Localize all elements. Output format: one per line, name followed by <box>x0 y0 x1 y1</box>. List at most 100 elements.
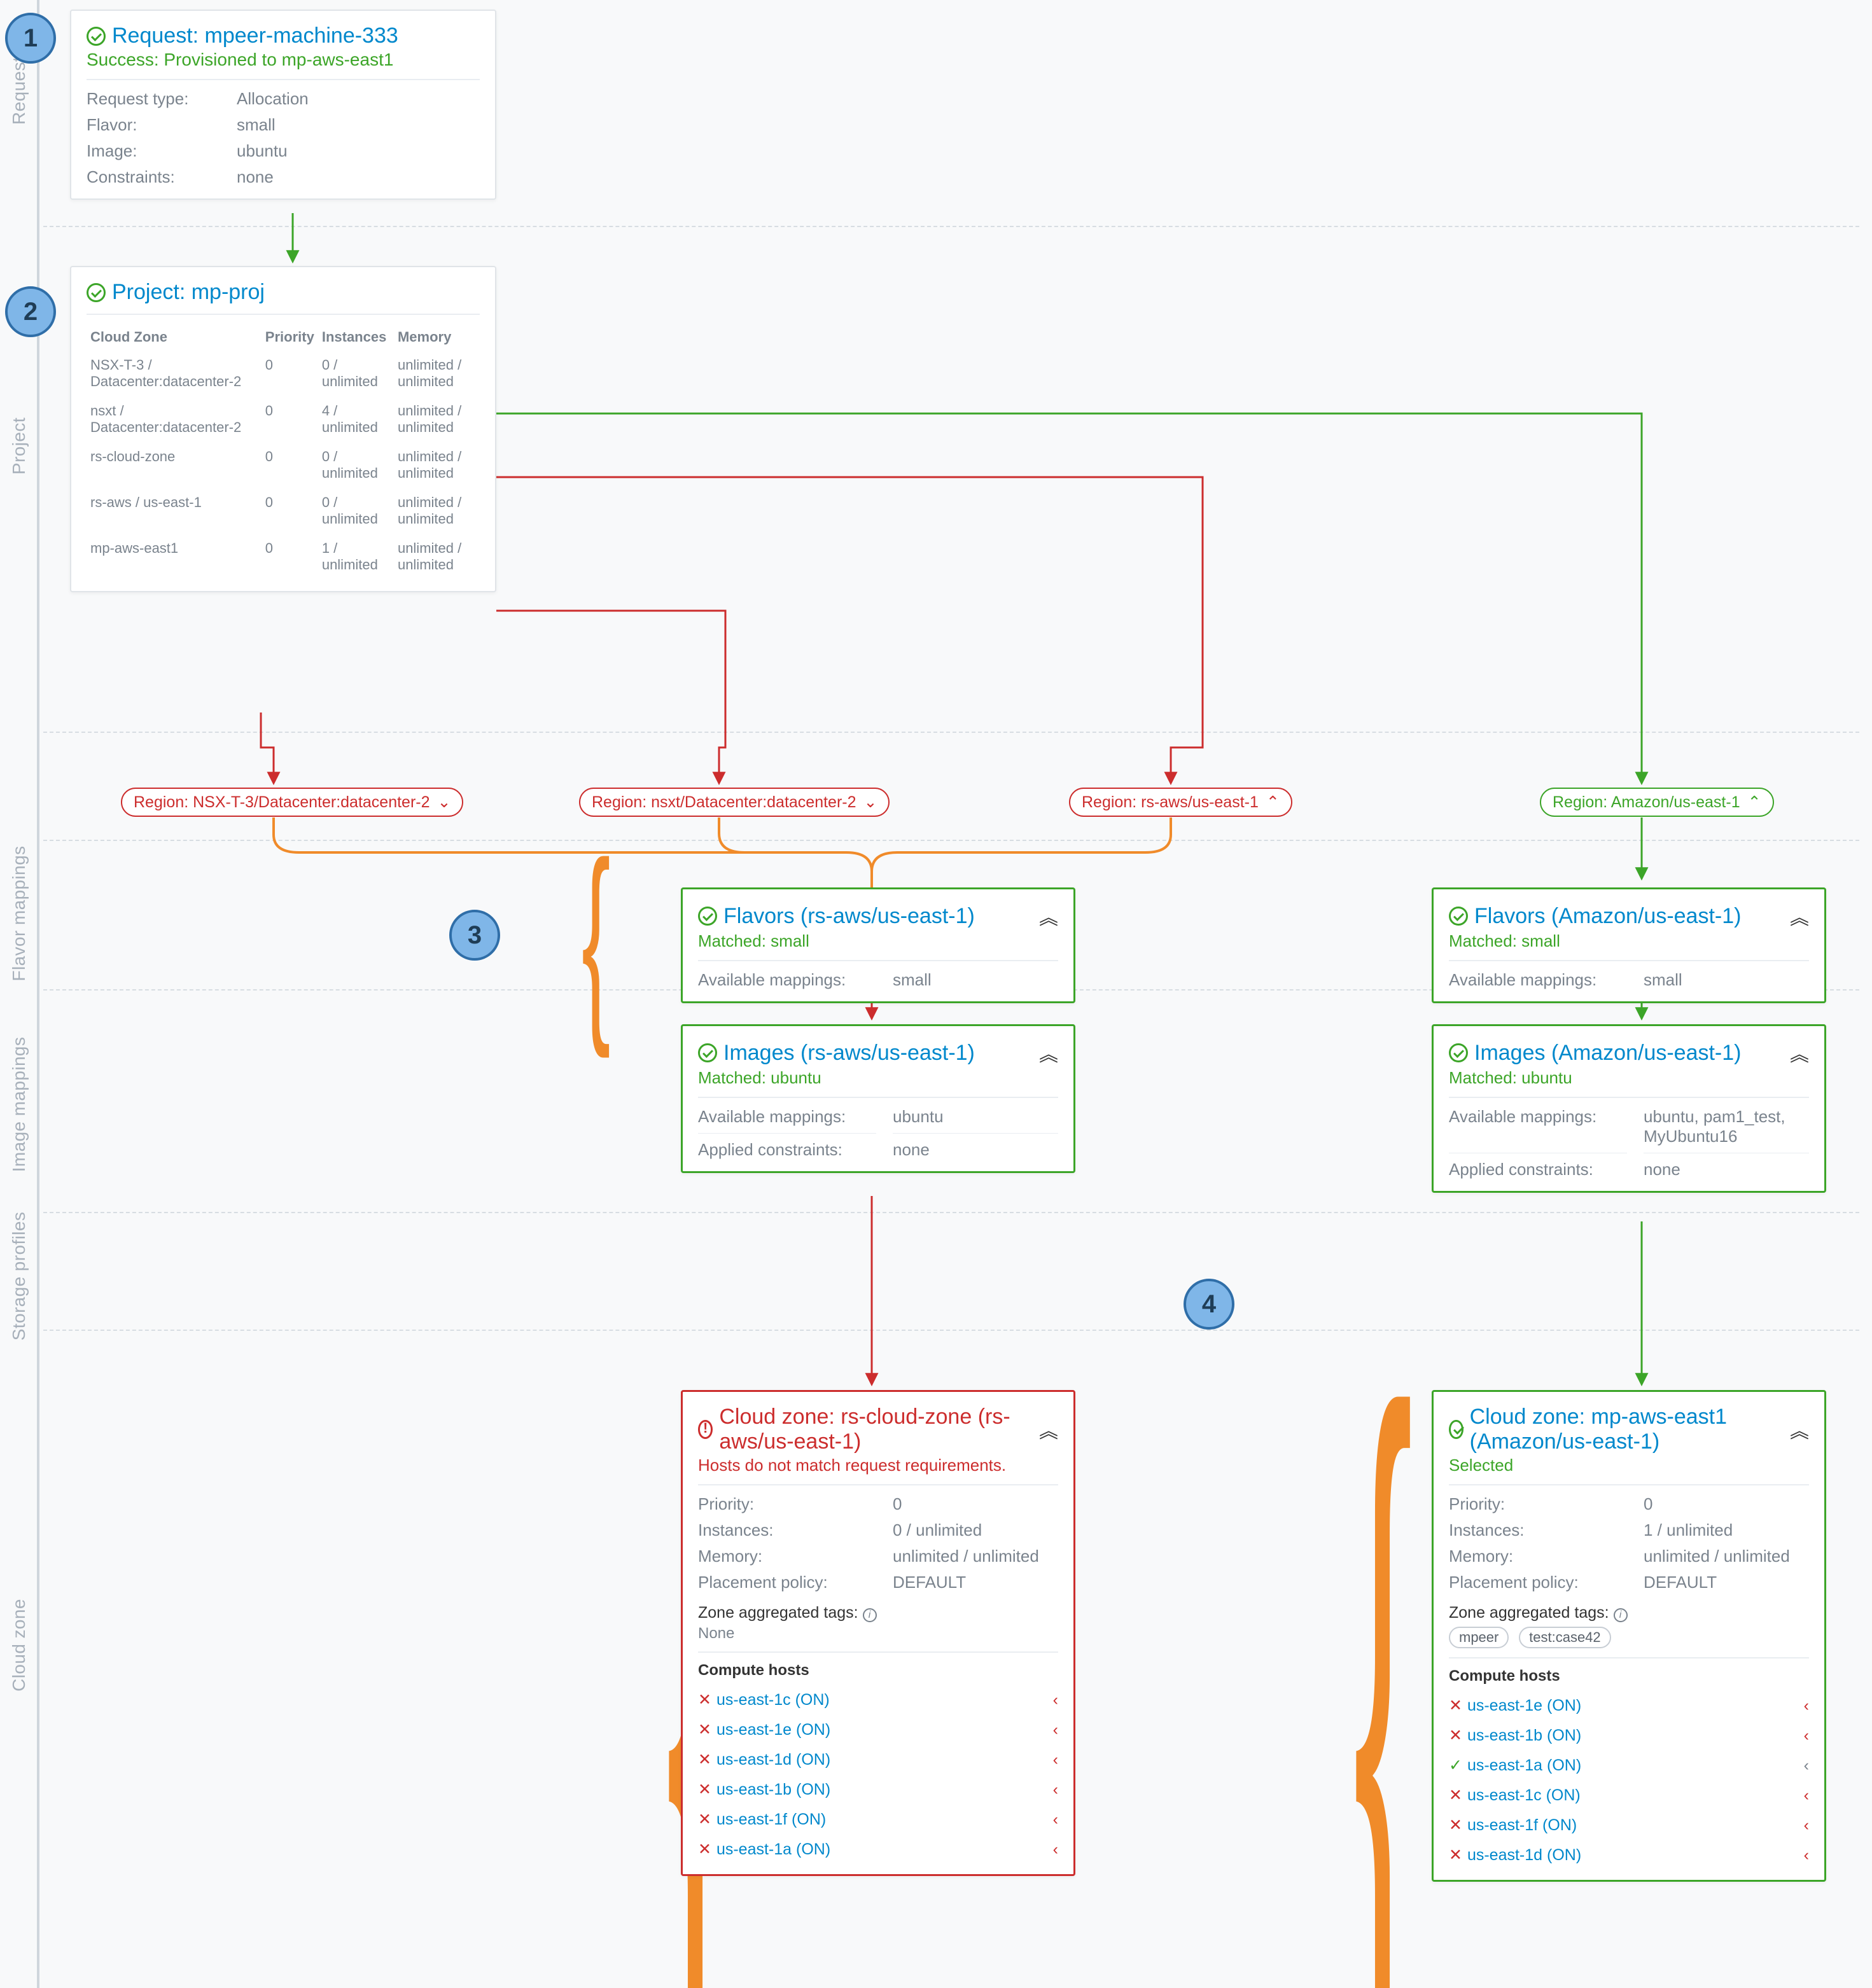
host-row[interactable]: ✕us-east-1b (ON)‹ <box>1449 1720 1809 1750</box>
chevron-left-icon[interactable]: ‹ <box>1804 1697 1809 1715</box>
table-row: NSX-T-3 / Datacenter:datacenter-200 / un… <box>87 351 480 396</box>
chevron-left-icon[interactable]: ‹ <box>1053 1751 1058 1769</box>
region-pill[interactable]: Region: nsxt/Datacenter:datacenter-2⌄ <box>579 788 890 817</box>
chevron-up-icon[interactable]: ︽ <box>1790 1415 1809 1443</box>
chevron-left-icon[interactable]: ‹ <box>1053 1721 1058 1739</box>
row-divider <box>43 1212 1859 1213</box>
tags-list: mpeer test:case42 <box>1449 1626 1809 1648</box>
chevron-left-icon[interactable]: ‹ <box>1053 1840 1058 1859</box>
table-row: rs-aws / us-east-100 / unlimitedunlimite… <box>87 488 480 534</box>
x-icon: ✕ <box>698 1840 711 1858</box>
host-row[interactable]: ✓us-east-1a (ON)‹ <box>1449 1750 1809 1780</box>
host-row[interactable]: ✕us-east-1f (ON)‹ <box>1449 1810 1809 1840</box>
table-row: mp-aws-east101 / unlimitedunlimited / un… <box>87 534 480 580</box>
card-title: Cloud zone: rs-cloud-zone (rs-aws/us-eas… <box>719 1405 1033 1454</box>
chevron-up-icon[interactable]: ︽ <box>1039 902 1058 930</box>
row-divider <box>43 732 1859 733</box>
cloudzone-card-ok[interactable]: Cloud zone: mp-aws-east1 (Amazon/us-east… <box>1432 1390 1826 1882</box>
success-icon <box>87 283 106 302</box>
host-row[interactable]: ✕us-east-1d (ON)‹ <box>1449 1840 1809 1870</box>
x-icon: ✕ <box>1449 1846 1462 1864</box>
region-pill[interactable]: Region: rs-aws/us-east-1⌃ <box>1069 788 1292 817</box>
chevron-up-icon[interactable]: ︽ <box>1039 1039 1058 1067</box>
success-icon <box>698 1043 717 1062</box>
table-row: rs-cloud-zone00 / unlimitedunlimited / u… <box>87 442 480 488</box>
provisioning-diagram: Request Project Flavor mappings Image ma… <box>0 0 1872 1988</box>
tag-pill[interactable]: mpeer <box>1449 1627 1509 1648</box>
info-icon[interactable]: i <box>1614 1608 1628 1622</box>
chevron-left-icon[interactable]: ‹ <box>1053 1781 1058 1799</box>
callout-2: 2 <box>5 286 56 337</box>
success-icon <box>87 27 106 46</box>
row-label-request: Request <box>9 87 29 125</box>
row-label-flavor: Flavor mappings <box>9 844 29 984</box>
project-card[interactable]: Project: mp-proj Cloud ZonePriorityInsta… <box>70 266 496 592</box>
chevron-left-icon[interactable]: ‹ <box>1053 1691 1058 1709</box>
host-row[interactable]: ✕us-east-1a (ON)‹ <box>698 1834 1058 1864</box>
callout-1: 1 <box>5 13 56 64</box>
x-icon: ✕ <box>1449 1786 1462 1804</box>
chevron-up-icon[interactable]: ︽ <box>1790 902 1809 930</box>
host-row[interactable]: ✕us-east-1b (ON)‹ <box>698 1774 1058 1804</box>
card-subtitle: Hosts do not match request requirements. <box>698 1456 1058 1475</box>
x-icon: ✕ <box>1449 1816 1462 1834</box>
chevron-left-icon[interactable]: ‹ <box>1804 1846 1809 1865</box>
image-card-fail-lane[interactable]: Images (rs-aws/us-east-1)︽ Matched: ubun… <box>681 1024 1075 1173</box>
card-title: Cloud zone: mp-aws-east1 (Amazon/us-east… <box>1470 1405 1784 1454</box>
success-icon <box>1449 1420 1463 1439</box>
row-label-image: Image mappings <box>9 1034 29 1174</box>
region-pill[interactable]: Region: NSX-T-3/Datacenter:datacenter-2⌄ <box>121 788 463 817</box>
chevron-up-icon: ⌃ <box>1748 793 1761 812</box>
flavor-card-fail-lane[interactable]: Flavors (rs-aws/us-east-1)︽ Matched: sma… <box>681 887 1075 1003</box>
host-row[interactable]: ✕us-east-1c (ON)‹ <box>698 1685 1058 1714</box>
x-icon: ✕ <box>698 1691 711 1709</box>
card-title: Images (Amazon/us-east-1) <box>1474 1041 1742 1066</box>
request-status: Success: Provisioned to mp-aws-east1 <box>87 50 480 70</box>
x-icon: ✕ <box>698 1811 711 1828</box>
error-icon <box>698 1420 713 1439</box>
vertical-brace-icon: { <box>1353 1298 1413 1988</box>
info-icon[interactable]: i <box>863 1608 877 1622</box>
card-subtitle: Matched: small <box>1449 931 1809 951</box>
chevron-down-icon: ⌄ <box>438 793 451 812</box>
image-card-ok-lane[interactable]: Images (Amazon/us-east-1)︽ Matched: ubun… <box>1432 1024 1826 1193</box>
card-subtitle: Matched: small <box>698 931 1058 951</box>
chevron-left-icon[interactable]: ‹ <box>1053 1811 1058 1829</box>
row-divider <box>43 840 1859 841</box>
chevron-up-icon[interactable]: ︽ <box>1790 1039 1809 1067</box>
host-row[interactable]: ✕us-east-1e (ON)‹ <box>698 1714 1058 1744</box>
region-pill[interactable]: Region: Amazon/us-east-1⌃ <box>1540 788 1774 817</box>
chevron-left-icon[interactable]: ‹ <box>1804 1756 1809 1775</box>
success-icon <box>1449 1043 1468 1062</box>
x-icon: ✕ <box>698 1751 711 1769</box>
host-row[interactable]: ✕us-east-1f (ON)‹ <box>698 1804 1058 1834</box>
request-title-text: Request: mpeer-machine-333 <box>112 24 398 48</box>
host-row[interactable]: ✕us-east-1d (ON)‹ <box>698 1744 1058 1774</box>
host-row[interactable]: ✕us-east-1c (ON)‹ <box>1449 1780 1809 1810</box>
row-label-project: Project <box>9 436 29 475</box>
chevron-up-icon[interactable]: ︽ <box>1039 1415 1058 1443</box>
brace-icon: { <box>582 830 610 1046</box>
success-icon <box>1449 907 1468 926</box>
host-row[interactable]: ✕us-east-1e (ON)‹ <box>1449 1690 1809 1720</box>
chevron-down-icon: ⌄ <box>864 793 877 812</box>
project-title: Project: mp-proj <box>87 280 480 305</box>
hosts-list: ✕us-east-1c (ON)‹ ✕us-east-1e (ON)‹ ✕us-… <box>698 1685 1058 1864</box>
card-title: Flavors (Amazon/us-east-1) <box>1474 904 1741 929</box>
chevron-left-icon[interactable]: ‹ <box>1804 1786 1809 1805</box>
cloudzone-card-fail[interactable]: Cloud zone: rs-cloud-zone (rs-aws/us-eas… <box>681 1390 1075 1876</box>
hosts-list: ✕us-east-1e (ON)‹ ✕us-east-1b (ON)‹ ✓us-… <box>1449 1690 1809 1870</box>
row-divider <box>43 226 1859 227</box>
row-label-cloudzone: Cloud zone <box>9 1575 29 1715</box>
request-card[interactable]: Request: mpeer-machine-333 Success: Prov… <box>70 10 496 200</box>
flavor-card-ok-lane[interactable]: Flavors (Amazon/us-east-1) ︽ Matched: sma… <box>1432 887 1826 1003</box>
x-icon: ✕ <box>698 1781 711 1798</box>
chevron-left-icon[interactable]: ‹ <box>1804 1816 1809 1835</box>
success-icon <box>698 907 717 926</box>
chevron-left-icon[interactable]: ‹ <box>1804 1727 1809 1745</box>
tag-pill[interactable]: test:case42 <box>1519 1627 1611 1648</box>
project-table: Cloud ZonePriorityInstancesMemory NSX-T-… <box>87 324 480 580</box>
tags-none: None <box>698 1625 1058 1643</box>
request-fields: Request type:Allocation Flavor:small Ima… <box>87 89 480 187</box>
hosts-heading: Compute hosts <box>698 1662 1058 1679</box>
